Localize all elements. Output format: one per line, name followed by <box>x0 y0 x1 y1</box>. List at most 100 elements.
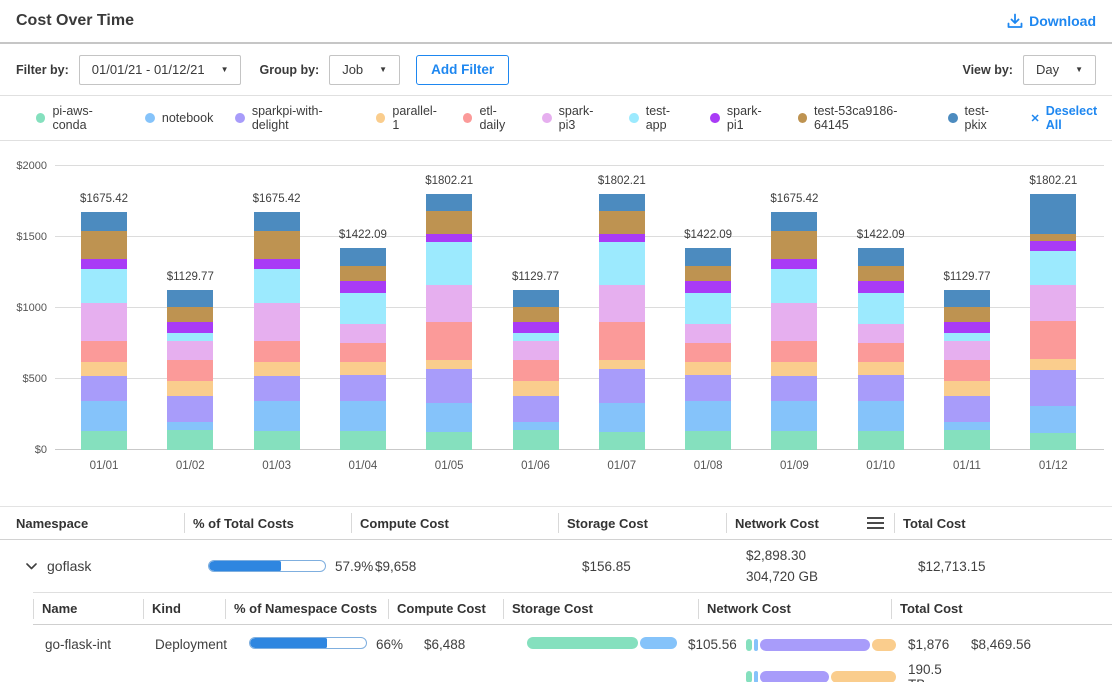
download-button[interactable]: Download <box>1007 13 1096 29</box>
bar-segment-spark-pi3 <box>81 303 127 341</box>
bar-segment-etl-daily <box>599 322 645 360</box>
table-row-goflask[interactable]: goflask 57.9% $9,658 $156.85 $2,898.30 3… <box>0 540 1112 592</box>
bar-segment-notebook <box>340 401 386 431</box>
bar-segment-pi-aws-conda <box>426 432 472 450</box>
bar-segment-notebook <box>167 422 213 430</box>
bar-segment-sparkpi-with-delight <box>167 396 213 422</box>
mini-bar-segment <box>527 637 638 649</box>
legend-item-test-app[interactable]: test-app <box>629 104 688 132</box>
bar-segment-spark-pi1 <box>254 259 300 269</box>
bar-segment-test-53ca9186-64145 <box>254 231 300 259</box>
bar-segment-test-app <box>599 242 645 284</box>
bar-segment-spark-pi3 <box>1030 285 1076 322</box>
mini-bar-segment <box>831 671 896 682</box>
mini-bar-segment <box>746 639 752 651</box>
legend-item-test-53ca9186-64145[interactable]: test-53ca9186-64145 <box>798 104 927 132</box>
view-by-select[interactable]: Day ▼ <box>1023 55 1096 85</box>
bar-segment-test-53ca9186-64145 <box>167 307 213 322</box>
bar-segment-test-pkix <box>599 194 645 211</box>
titlebar: Cost Over Time Download <box>0 0 1112 44</box>
pct-total-cell: 57.9% <box>184 559 351 574</box>
legend-item-spark-pi1[interactable]: spark-pi1 <box>710 104 775 132</box>
nested-column-header-7: Total Cost <box>891 599 1112 619</box>
chart-bar-01/01[interactable] <box>81 212 127 450</box>
y-axis-tick-label: $1000 <box>16 302 47 314</box>
bar-segment-test-53ca9186-64145 <box>944 307 990 322</box>
chart-bar-01/10[interactable] <box>858 248 904 450</box>
bar-segment-sparkpi-with-delight <box>685 375 731 400</box>
bar-segment-spark-pi3 <box>771 303 817 341</box>
column-header-4: Storage Cost <box>558 513 726 533</box>
legend-item-test-pkix[interactable]: test-pkix <box>948 104 1008 132</box>
bar-segment-sparkpi-with-delight <box>513 396 559 422</box>
chart-bar-01/03[interactable] <box>254 212 300 450</box>
bar-total-label: $1675.42 <box>749 193 839 205</box>
y-axis-tick-label: $2000 <box>16 160 47 172</box>
x-axis-tick-label: 01/12 <box>1018 460 1088 472</box>
network-cost-bar <box>746 639 896 651</box>
chart-bar-01/11[interactable] <box>944 290 990 450</box>
bar-total-label: $1802.21 <box>1008 175 1098 187</box>
table-row-go-flask-int[interactable]: go-flask-int Deployment 66% $6,488 $105.… <box>33 625 1112 682</box>
bar-segment-spark-pi1 <box>81 259 127 269</box>
bar-segment-test-app <box>167 333 213 341</box>
mini-bar-segment <box>760 639 869 651</box>
column-settings-icon[interactable] <box>867 517 884 529</box>
bar-segment-etl-daily <box>513 360 559 381</box>
bar-segment-spark-pi3 <box>858 324 904 344</box>
legend-item-spark-pi3[interactable]: spark-pi3 <box>542 104 607 132</box>
bar-segment-test-pkix <box>340 248 386 266</box>
legend-item-etl-daily[interactable]: etl-daily <box>463 104 520 132</box>
bar-segment-pi-aws-conda <box>167 430 213 450</box>
chart-bar-01/04[interactable] <box>340 248 386 450</box>
bar-segment-test-pkix <box>426 194 472 211</box>
legend-item-parallel-1[interactable]: parallel-1 <box>376 104 441 132</box>
chart-bar-01/09[interactable] <box>771 212 817 450</box>
bar-segment-parallel-1 <box>771 362 817 377</box>
chart-bar-01/06[interactable] <box>513 290 559 450</box>
legend-swatch-icon <box>542 113 551 123</box>
legend-item-sparkpi-with-delight[interactable]: sparkpi-with-delight <box>235 104 354 132</box>
bar-segment-etl-daily <box>426 322 472 360</box>
chart-bar-01/07[interactable] <box>599 194 645 450</box>
legend-item-notebook[interactable]: notebook <box>145 111 213 125</box>
chart-legend: pi-aws-conda notebook sparkpi-with-delight… <box>0 96 1112 141</box>
chart-bar-01/12[interactable] <box>1030 194 1076 450</box>
bar-segment-notebook <box>944 422 990 430</box>
filter-by-label: Filter by: <box>16 63 69 77</box>
bar-segment-test-app <box>254 269 300 303</box>
group-by-label: Group by: <box>259 63 319 77</box>
legend-item-pi-aws-conda[interactable]: pi-aws-conda <box>36 104 123 132</box>
chevron-down-icon[interactable] <box>26 563 37 570</box>
bar-total-label: $1802.21 <box>404 175 494 187</box>
bar-segment-test-53ca9186-64145 <box>426 211 472 234</box>
namespace-cell[interactable]: goflask <box>0 558 184 574</box>
column-header-5: Network Cost <box>726 513 894 533</box>
bar-segment-test-pkix <box>771 212 817 231</box>
bar-segment-notebook <box>426 403 472 431</box>
bar-segment-spark-pi1 <box>599 234 645 242</box>
legend-swatch-icon <box>376 113 385 123</box>
bar-segment-pi-aws-conda <box>944 430 990 450</box>
bar-segment-test-pkix <box>858 248 904 266</box>
bar-segment-test-app <box>81 269 127 303</box>
workload-name-cell: go-flask-int <box>33 637 143 682</box>
bar-segment-pi-aws-conda <box>599 432 645 450</box>
chart-bar-01/08[interactable] <box>685 248 731 450</box>
nested-column-header-4: Compute Cost <box>388 599 503 619</box>
bar-segment-spark-pi1 <box>513 322 559 334</box>
deselect-all-button[interactable]: ✕Deselect All <box>1031 104 1112 132</box>
legend-label: test-53ca9186-64145 <box>814 104 926 132</box>
bar-segment-test-app <box>513 333 559 341</box>
column-header-label: Network Cost <box>707 601 791 616</box>
add-filter-button[interactable]: Add Filter <box>416 55 509 85</box>
bar-segment-parallel-1 <box>944 381 990 396</box>
bar-segment-spark-pi1 <box>426 234 472 242</box>
group-by-select[interactable]: Job ▼ <box>329 55 400 85</box>
legend-label: pi-aws-conda <box>52 104 122 132</box>
chart-bar-01/05[interactable] <box>426 194 472 450</box>
bar-segment-test-53ca9186-64145 <box>685 266 731 281</box>
close-icon: ✕ <box>1031 112 1040 125</box>
chart-bar-01/02[interactable] <box>167 290 213 450</box>
date-range-select[interactable]: 01/01/21 - 01/12/21 ▼ <box>79 55 242 85</box>
